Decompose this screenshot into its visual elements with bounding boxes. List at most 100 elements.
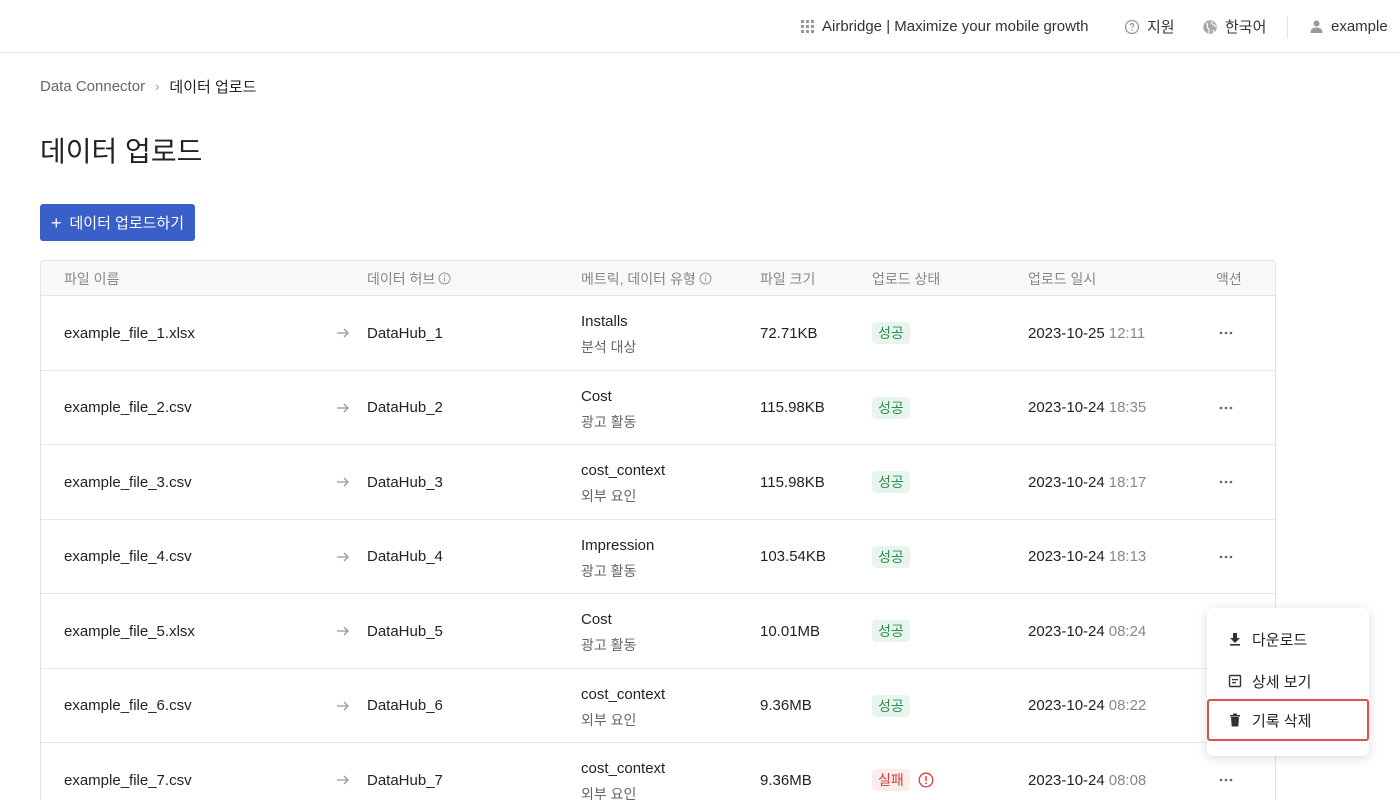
data-type: 외부 요인 — [581, 711, 637, 728]
support-link[interactable]: 지원 — [1124, 0, 1175, 53]
menu-item-details[interactable]: 상세 보기 — [1207, 660, 1369, 702]
menu-item-download[interactable]: 다운로드 — [1207, 618, 1369, 660]
upload-time: 08:24 — [1108, 622, 1147, 640]
data-hub-name: DataHub_5 — [367, 622, 443, 640]
user-label: example — [1331, 18, 1388, 35]
table-row: example_file_2.csv DataHub_2 Cost 광고 활동 … — [41, 370, 1275, 445]
topbar-divider — [1287, 16, 1288, 38]
file-size: 115.98KB — [760, 473, 825, 491]
details-icon — [1228, 674, 1242, 688]
file-size: 9.36MB — [760, 697, 812, 714]
status-badge: 성공 — [872, 545, 910, 568]
upload-time: 08:08 — [1108, 771, 1147, 789]
more-actions-button[interactable] — [1217, 548, 1235, 566]
column-header-metric-type: 메트릭, 데이터 유형 — [581, 261, 712, 296]
table-row: example_file_1.xlsx DataHub_1 Installs 분… — [41, 296, 1275, 371]
data-hub-name: DataHub_3 — [367, 473, 443, 491]
arrow-right-icon — [337, 328, 349, 338]
app-label: Airbridge | Maximize your mobile growth — [822, 18, 1089, 35]
help-icon — [1124, 19, 1140, 34]
info-icon[interactable] — [699, 272, 712, 285]
file-size: 9.36MB — [760, 771, 812, 789]
more-actions-button[interactable] — [1217, 324, 1235, 342]
metric-cell: cost_context 외부 요인 — [581, 757, 665, 800]
file-name: example_file_6.csv — [64, 697, 192, 714]
user-menu[interactable]: example — [1309, 0, 1388, 53]
more-horizontal-icon — [1219, 406, 1233, 409]
more-horizontal-icon — [1219, 555, 1233, 558]
upload-time: 18:35 — [1108, 399, 1147, 416]
table-header: 파일 이름 데이터 허브 메트릭, 데이터 유형 파일 크기 업로드 상태 업로… — [41, 261, 1275, 296]
data-type: 외부 요인 — [581, 488, 637, 504]
upload-time: 08:22 — [1108, 697, 1147, 714]
language-selector[interactable]: 한국어 — [1202, 0, 1266, 53]
file-name: example_file_1.xlsx — [64, 324, 195, 342]
breadcrumb-current: 데이터 업로드 — [169, 78, 257, 96]
metric-cell: Installs 분석 대상 — [581, 310, 636, 359]
metric-cell: Cost 광고 활동 — [581, 385, 636, 434]
data-type: 분석 대상 — [581, 339, 637, 355]
row-action-menu: 다운로드 상세 보기 기록 삭제 — [1207, 608, 1369, 756]
menu-item-delete-record[interactable]: 기록 삭제 — [1207, 699, 1369, 741]
support-label: 지원 — [1147, 19, 1175, 36]
upload-date: 2023-10-24 — [1028, 399, 1105, 416]
file-name: example_file_4.csv — [64, 548, 192, 565]
status-badge: 성공 — [872, 694, 910, 717]
column-header-file-name: 파일 이름 — [64, 270, 120, 287]
upload-date: 2023-10-24 — [1028, 548, 1105, 565]
metric-name: cost_context — [581, 685, 666, 703]
status-cell: 성공 — [872, 520, 910, 594]
upload-data-button[interactable]: + 데이터 업로드하기 — [40, 204, 195, 241]
status-badge: 성공 — [872, 471, 910, 493]
more-actions-button[interactable] — [1217, 473, 1235, 491]
metric-name: Impression — [581, 536, 655, 554]
upload-time: 12:11 — [1108, 324, 1146, 342]
table-row: example_file_6.csv DataHub_6 cost_contex… — [41, 668, 1275, 743]
menu-item-delete-record-label: 기록 삭제 — [1252, 712, 1312, 730]
file-size: 103.54KB — [760, 548, 826, 565]
metric-name: Installs — [581, 313, 628, 330]
user-icon — [1310, 20, 1323, 33]
breadcrumb-separator: › — [155, 78, 160, 94]
data-hub-name: DataHub_6 — [367, 697, 443, 714]
app-switcher[interactable]: Airbridge | Maximize your mobile growth — [800, 0, 1089, 53]
upload-date: 2023-10-24 — [1028, 473, 1105, 491]
arrow-right-icon — [337, 403, 349, 412]
info-icon[interactable] — [438, 272, 451, 285]
status-cell: 성공 — [872, 371, 910, 445]
breadcrumb-data-connector[interactable]: Data Connector — [40, 78, 145, 95]
status-cell: 성공 — [872, 594, 910, 668]
language-label: 한국어 — [1225, 19, 1267, 36]
file-name: example_file_3.csv — [64, 473, 192, 491]
column-header-data-hub: 데이터 허브 — [367, 261, 451, 296]
upload-date: 2023-10-24 — [1028, 771, 1105, 789]
file-size: 72.71KB — [760, 324, 818, 342]
table-row: example_file_5.xlsx DataHub_5 Cost 광고 활동… — [41, 594, 1275, 669]
upload-date: 2023-10-25 — [1028, 324, 1105, 342]
menu-item-details-label: 상세 보기 — [1252, 673, 1312, 691]
metric-name: Cost — [581, 611, 612, 628]
upload-datetime: 2023-10-24 18:35 — [1028, 371, 1146, 445]
globe-icon — [1203, 19, 1217, 34]
data-type: 광고 활동 — [581, 637, 637, 653]
error-info-icon[interactable] — [918, 772, 934, 788]
file-size: 10.01MB — [760, 622, 821, 640]
metric-name: Cost — [581, 387, 612, 405]
more-horizontal-icon — [1219, 480, 1233, 484]
metric-name: cost_context — [581, 462, 666, 479]
upload-datetime: 2023-10-24 08:24 — [1028, 594, 1146, 668]
upload-data-button-label: 데이터 업로드하기 — [69, 215, 185, 232]
table-row: example_file_4.csv DataHub_4 Impression … — [41, 519, 1275, 594]
arrow-right-icon — [337, 701, 349, 710]
menu-item-download-label: 다운로드 — [1252, 631, 1308, 649]
metric-cell: cost_context 외부 요인 — [581, 459, 665, 508]
more-horizontal-icon — [1219, 331, 1233, 335]
status-cell: 성공 — [872, 669, 910, 743]
more-actions-button[interactable] — [1217, 771, 1235, 789]
more-actions-button[interactable] — [1217, 399, 1235, 417]
page-title: 데이터 업로드 — [40, 136, 203, 167]
arrow-right-icon — [337, 626, 349, 636]
file-name: example_file_2.csv — [64, 399, 192, 416]
plus-icon: + — [50, 212, 62, 233]
status-cell: 성공 — [872, 445, 910, 519]
